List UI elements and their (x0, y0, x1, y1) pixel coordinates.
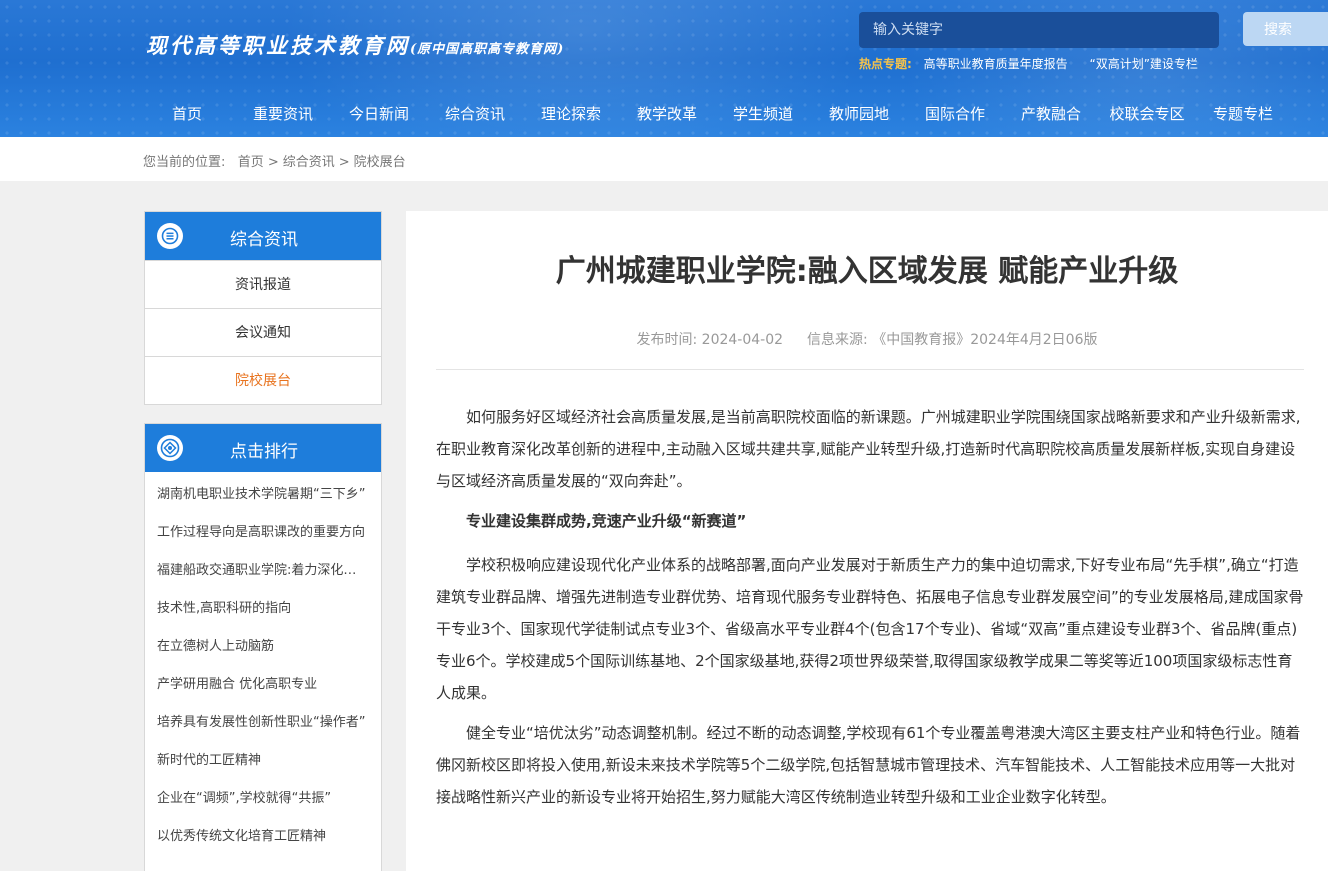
list-item[interactable]: 新时代的工匠精神 (145, 742, 381, 780)
article-paragraph: 如何服务好区域经济社会高质量发展,是当前高职院校面临的新课题。广州城建职业学院围… (436, 408, 1301, 490)
hot-topic-link[interactable]: “双高计划”建设专栏 (1089, 57, 1197, 71)
nav-item-international[interactable]: 国际合作 (907, 96, 1003, 132)
nav-item-theory[interactable]: 理论探索 (523, 96, 619, 132)
article-paragraph: 学校积极响应建设现代化产业体系的战略部署,面向产业发展对于新质生产力的集中迫切需… (436, 556, 1304, 702)
breadcrumb-bar: 您当前的位置: 首页 > 综合资讯 > 院校展台 (0, 137, 1328, 181)
breadcrumb-prefix: 您当前的位置: (143, 155, 226, 170)
nav-item-teaching-reform[interactable]: 教学改革 (619, 96, 715, 132)
nav-item-general-news[interactable]: 综合资讯 (427, 96, 523, 132)
article-subheading: 专业建设集群成势,竞速产业升级“新赛道” (466, 512, 747, 530)
publish-label: 发布时间: (636, 332, 698, 348)
ranking-panel-title: 点击排行 (230, 442, 298, 462)
hot-topics-label: 热点专题: (859, 57, 912, 71)
article-body: 如何服务好区域经济社会高质量发展,是当前高职院校面临的新课题。广州城建职业学院围… (436, 401, 1304, 821)
nav-item-alliance[interactable]: 校联会专区 (1099, 96, 1195, 132)
ranking-panel-header: 点击排行 (145, 424, 381, 472)
search-button[interactable]: 搜索 (1243, 12, 1328, 46)
site-subname: (原中国高职高专教育网) (410, 42, 565, 57)
category-panel-header: 综合资讯 (145, 212, 381, 260)
nav-item-special-topics[interactable]: 专题专栏 (1195, 96, 1291, 132)
divider (436, 369, 1304, 370)
hot-topic-link[interactable]: 高等职业教育质量年度报告 (924, 57, 1068, 71)
source-label: 信息来源: (807, 332, 868, 348)
list-item[interactable]: 以优秀传统文化培育工匠精神 (145, 818, 381, 856)
breadcrumb-separator: > (267, 155, 279, 170)
list-item[interactable]: 培养具有发展性创新性职业“操作者” (145, 704, 381, 742)
hot-topics: 热点专题: 高等职业教育质量年度报告 “双高计划”建设专栏 (859, 55, 1216, 72)
list-item[interactable]: 在立德树人上动脑筋 (145, 628, 381, 666)
breadcrumb-separator: > (338, 155, 350, 170)
ranking-list: 湖南机电职业技术学院暑期“三下乡” 工作过程导向是高职课改的重要方向 福建船政交… (145, 472, 381, 862)
breadcrumb-link-home[interactable]: 首页 (238, 155, 264, 170)
breadcrumb-link-category[interactable]: 综合资讯 (283, 155, 335, 170)
list-item[interactable]: 企业在“调频”,学校就得“共振” (145, 780, 381, 818)
site-name: 现代高等职业技术教育网 (146, 33, 410, 58)
article-paragraph: 健全专业“培优汰劣”动态调整机制。经过不断的动态调整,学校现有61个专业覆盖粤港… (436, 724, 1301, 806)
list-item[interactable]: 技术性,高职科研的指向 (145, 590, 381, 628)
article-meta: 发布时间: 2024-04-02 信息来源: 《中国教育报》2024年4月2日06… (406, 329, 1328, 349)
breadcrumb: 您当前的位置: 首页 > 综合资讯 > 院校展台 (143, 151, 406, 170)
list-item[interactable]: 产学研用融合 优化高职专业 (145, 666, 381, 704)
category-panel-title: 综合资讯 (230, 230, 298, 250)
category-panel: 综合资讯 资讯报道 会议通知 院校展台 (144, 211, 382, 405)
list-item[interactable]: 福建船政交通职业学院:着力深化改革 (145, 552, 381, 590)
ranking-panel: 点击排行 湖南机电职业技术学院暑期“三下乡” 工作过程导向是高职课改的重要方向 … (144, 423, 382, 871)
nav-item-students[interactable]: 学生频道 (715, 96, 811, 132)
site-header: 现代高等职业技术教育网(原中国高职高专教育网) 搜索 热点专题: 高等职业教育质… (0, 0, 1328, 137)
sidebar-item-meeting-notices[interactable]: 会议通知 (145, 308, 381, 356)
nav-item-today-news[interactable]: 今日新闻 (331, 96, 427, 132)
article-source: 《中国教育报》2024年4月2日06版 (872, 332, 1098, 348)
site-logo[interactable]: 现代高等职业技术教育网(原中国高职高专教育网) (146, 30, 564, 60)
sidebar-item-news-reports[interactable]: 资讯报道 (145, 260, 381, 308)
sidebar-item-school-showcase[interactable]: 院校展台 (145, 356, 381, 404)
search-input[interactable] (859, 12, 1219, 48)
nav-item-important-news[interactable]: 重要资讯 (235, 96, 331, 132)
article-title: 广州城建职业学院:融入区域发展 赋能产业升级 (555, 254, 1179, 289)
main-nav: 首页 重要资讯 今日新闻 综合资讯 理论探索 教学改革 学生频道 教师园地 国际… (139, 96, 1291, 132)
nav-item-home[interactable]: 首页 (139, 96, 235, 132)
publish-date: 2024-04-02 (701, 332, 784, 348)
list-item[interactable]: 工作过程导向是高职课改的重要方向 (145, 514, 381, 552)
list-item[interactable]: 湖南机电职业技术学院暑期“三下乡” (145, 476, 381, 514)
nav-item-industry-education[interactable]: 产教融合 (1003, 96, 1099, 132)
article-content: 广州城建职业学院:融入区域发展 赋能产业升级 发布时间: 2024-04-02 信… (406, 211, 1328, 871)
breadcrumb-link-current[interactable]: 院校展台 (354, 155, 406, 170)
nav-item-teachers[interactable]: 教师园地 (811, 96, 907, 132)
